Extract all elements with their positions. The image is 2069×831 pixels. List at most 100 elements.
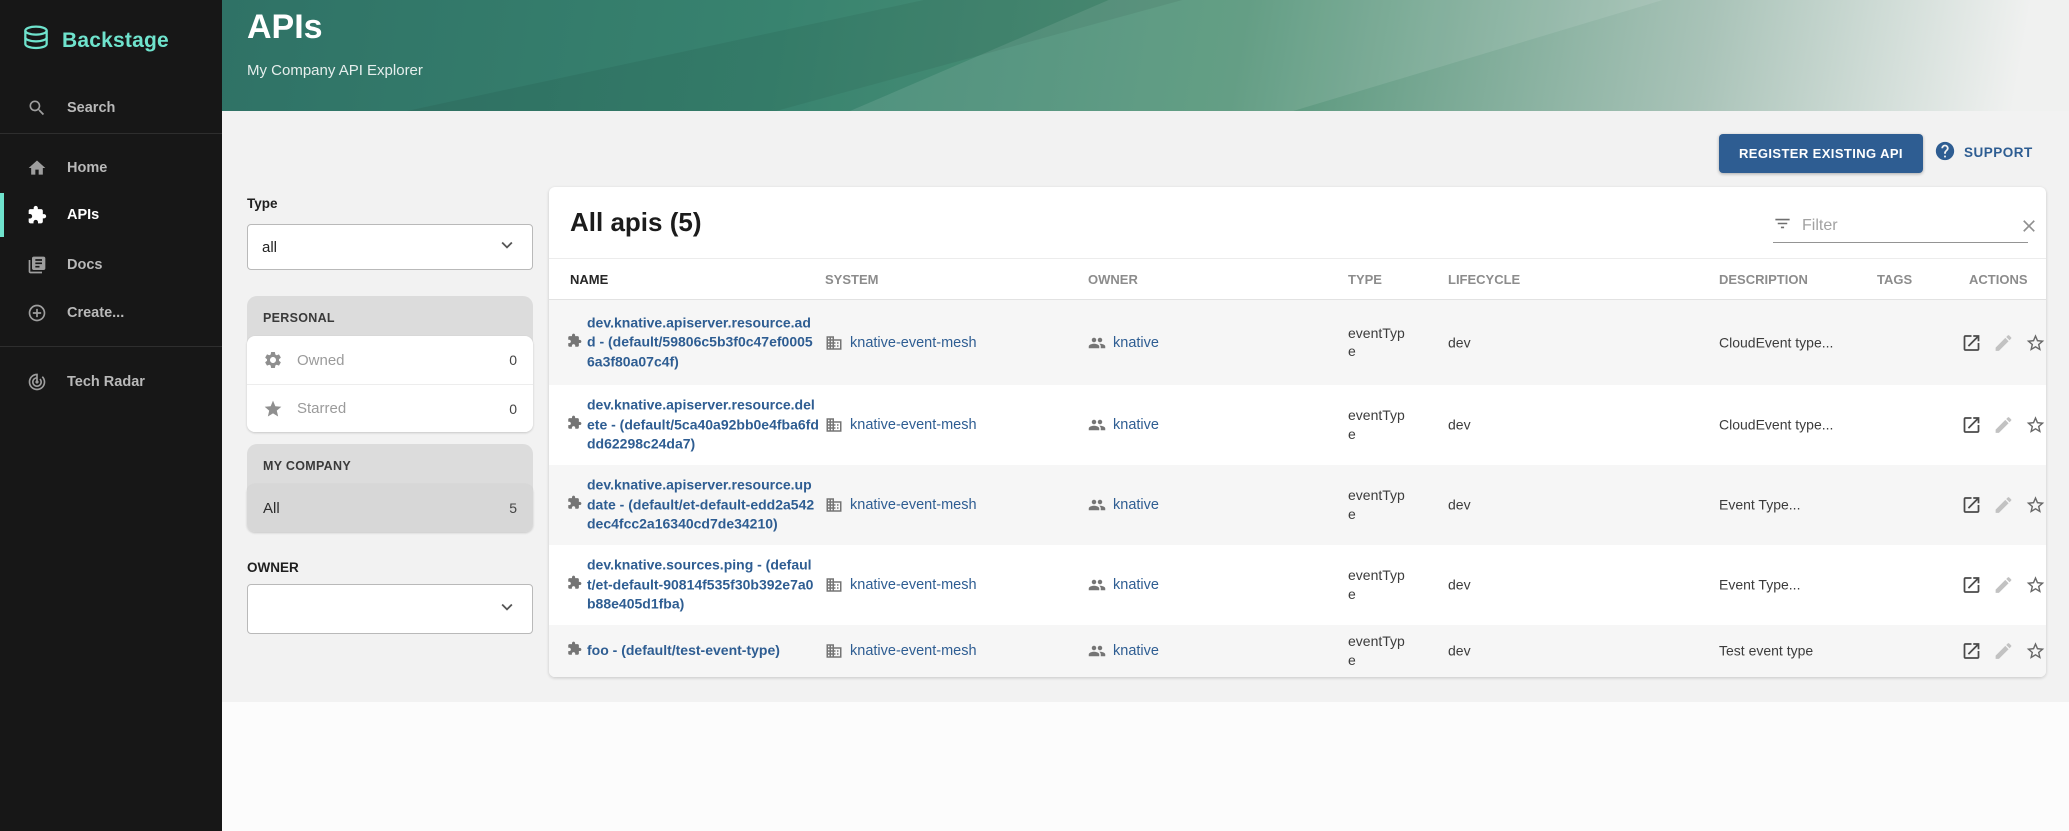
lifecycle-cell: dev (1448, 416, 1598, 435)
edit-api-button[interactable] (1993, 641, 2014, 662)
row-actions (1961, 332, 2046, 353)
filter-item-count: 0 (509, 352, 517, 368)
sidebar-divider (0, 133, 222, 134)
table-row: dev.knative.apiserver.resource.delete - … (549, 385, 2046, 465)
filter-item-label: All (263, 500, 495, 517)
filter-group-title: MY COMPANY (247, 444, 533, 484)
type-cell: eventType (1348, 324, 1410, 362)
view-api-button[interactable] (1961, 575, 1982, 596)
star-border-icon (2025, 641, 2046, 662)
star-api-button[interactable] (2025, 641, 2046, 662)
column-header-system[interactable]: SYSTEM (825, 272, 878, 287)
sidebar-divider (0, 346, 222, 347)
extension-icon (567, 495, 582, 510)
column-header-actions[interactable]: ACTIONS (1969, 272, 2028, 287)
row-actions (1961, 415, 2046, 436)
sidebar-item-apis[interactable]: APIs (0, 193, 222, 237)
table-row: dev.knative.apiserver.resource.add - (de… (549, 300, 2046, 385)
edit-icon (1993, 495, 2014, 516)
column-header-description[interactable]: DESCRIPTION (1719, 272, 1808, 287)
api-name-link[interactable]: dev.knative.sources.ping - (default/et-d… (587, 556, 819, 615)
star-api-button[interactable] (2025, 332, 2046, 353)
view-api-button[interactable] (1961, 495, 1982, 516)
system-link[interactable]: knative-event-mesh (850, 335, 977, 351)
sidebar-item-docs[interactable]: Docs (0, 243, 222, 287)
people-icon (1088, 416, 1106, 434)
filter-item-count: 5 (509, 500, 517, 516)
system-link[interactable]: knative-event-mesh (850, 577, 977, 593)
view-api-button[interactable] (1961, 641, 1982, 662)
column-header-owner[interactable]: OWNER (1088, 272, 1138, 287)
system-link[interactable]: knative-event-mesh (850, 643, 977, 659)
api-name-link[interactable]: dev.knative.apiserver.resource.delete - … (587, 396, 819, 455)
lifecycle-cell: dev (1448, 496, 1598, 515)
sidebar-item-label: Home (67, 160, 107, 176)
system-link[interactable]: knative-event-mesh (850, 497, 977, 513)
page-title: APIs (247, 8, 323, 47)
view-api-button[interactable] (1961, 415, 1982, 436)
owner-link[interactable]: knative (1113, 577, 1159, 593)
owner-link[interactable]: knative (1113, 335, 1159, 351)
column-header-lifecycle[interactable]: LIFECYCLE (1448, 272, 1520, 287)
column-header-name[interactable]: NAME (570, 272, 608, 287)
owner-link[interactable]: knative (1113, 497, 1159, 513)
table-title: All apis (5) (570, 207, 701, 238)
clear-filter-button[interactable] (2019, 216, 2039, 236)
owner-link[interactable]: knative (1113, 417, 1159, 433)
table-header-row: NAME SYSTEM OWNER TYPE LIFECYCLE DESCRIPTION T… (549, 258, 2046, 300)
filter-item-all[interactable]: All 5 (247, 484, 533, 532)
chevron-down-icon (496, 596, 518, 623)
close-icon (2019, 216, 2039, 236)
filter-item-starred[interactable]: Starred0 (247, 384, 533, 432)
support-button[interactable]: SUPPORT (1934, 140, 2033, 165)
lifecycle-cell: dev (1448, 576, 1598, 595)
extension-icon (567, 641, 582, 656)
sidebar-item-label: Tech Radar (67, 374, 145, 390)
system-link[interactable]: knative-event-mesh (850, 417, 977, 433)
column-header-type[interactable]: TYPE (1348, 272, 1382, 287)
sidebar-item-home[interactable]: Home (0, 146, 222, 190)
backstage-logo[interactable]: Backstage (20, 22, 169, 59)
edit-icon (1993, 332, 2014, 353)
api-name-link[interactable]: dev.knative.apiserver.resource.add - (de… (587, 313, 819, 372)
filter-group-personal: PERSONALOwned0Starred0 (247, 296, 533, 432)
edit-api-button[interactable] (1993, 495, 2014, 516)
star-api-button[interactable] (2025, 575, 2046, 596)
filter-item-count: 0 (509, 401, 517, 417)
edit-api-button[interactable] (1993, 332, 2014, 353)
edit-api-button[interactable] (1993, 415, 2014, 436)
sidebar-item-search[interactable]: Search (0, 86, 222, 130)
filter-list-icon (1773, 214, 1792, 238)
help-icon (1934, 140, 1956, 162)
business-icon (825, 496, 843, 514)
view-api-button[interactable] (1961, 332, 1982, 353)
star-api-button[interactable] (2025, 415, 2046, 436)
description-cell: Event Type... (1719, 496, 1871, 515)
type-filter-select[interactable]: all (247, 224, 533, 270)
owner-filter-select[interactable] (247, 584, 533, 634)
row-actions (1961, 575, 2046, 596)
table-row: dev.knative.sources.ping - (default/et-d… (549, 545, 2046, 625)
filter-group-my-company: MY COMPANY All 5 (247, 444, 533, 532)
sidebar-item-label: Create... (67, 305, 124, 321)
api-name-link[interactable]: foo - (default/test-event-type) (587, 641, 819, 661)
business-icon (825, 642, 843, 660)
register-existing-api-button[interactable]: REGISTER EXISTING API (1719, 134, 1923, 173)
table-filter-input[interactable] (1802, 217, 2009, 235)
edit-api-button[interactable] (1993, 575, 2014, 596)
row-actions (1961, 641, 2046, 662)
filter-item-owned[interactable]: Owned0 (247, 336, 533, 384)
business-icon (825, 416, 843, 434)
api-name-link[interactable]: dev.knative.apiserver.resource.update - … (587, 476, 819, 535)
sidebar-item-techradar[interactable]: Tech Radar (0, 360, 222, 404)
table-filter (1773, 209, 2028, 243)
people-icon (1088, 576, 1106, 594)
owner-filter-label: OWNER (247, 560, 299, 575)
filter-list-icon (1773, 214, 1792, 233)
type-filter-label: Type (247, 196, 278, 211)
sidebar-item-create[interactable]: Create... (0, 291, 222, 335)
star-api-button[interactable] (2025, 495, 2046, 516)
owner-link[interactable]: knative (1113, 643, 1159, 659)
column-header-tags[interactable]: TAGS (1877, 272, 1912, 287)
business-icon (825, 334, 843, 352)
